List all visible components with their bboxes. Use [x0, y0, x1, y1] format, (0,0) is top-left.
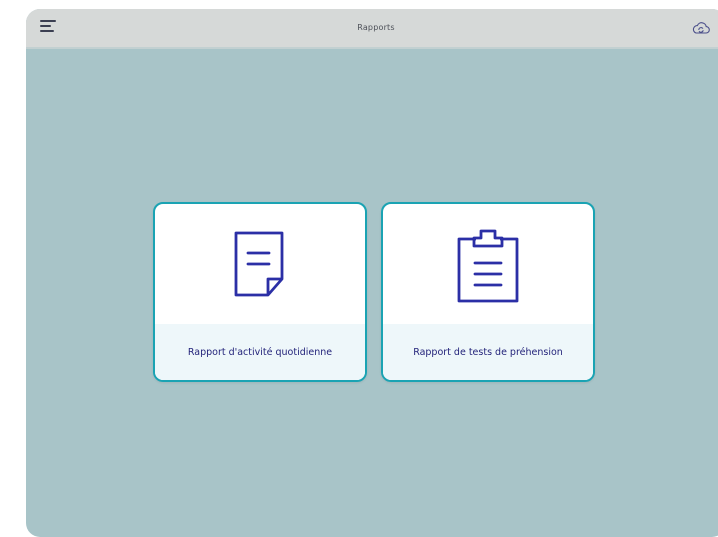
document-icon [234, 231, 284, 297]
reports-grid: Rapport d'activité quotidienne Rapport d… [153, 202, 595, 382]
clipboard-icon [457, 229, 519, 303]
grip-tests-report-card[interactable]: Rapport de tests de préhension [381, 202, 595, 382]
app-screen: Rapports Rapport d'activité quotidienne [26, 9, 718, 537]
daily-activity-report-card[interactable]: Rapport d'activité quotidienne [153, 202, 367, 382]
sync-button[interactable] [691, 20, 711, 36]
top-bar: Rapports [26, 9, 718, 49]
report-card-label: Rapport de tests de préhension [413, 346, 563, 358]
page-title: Rapports [357, 23, 395, 32]
cloud-sync-icon [692, 22, 710, 34]
report-card-label: Rapport d'activité quotidienne [187, 346, 333, 358]
